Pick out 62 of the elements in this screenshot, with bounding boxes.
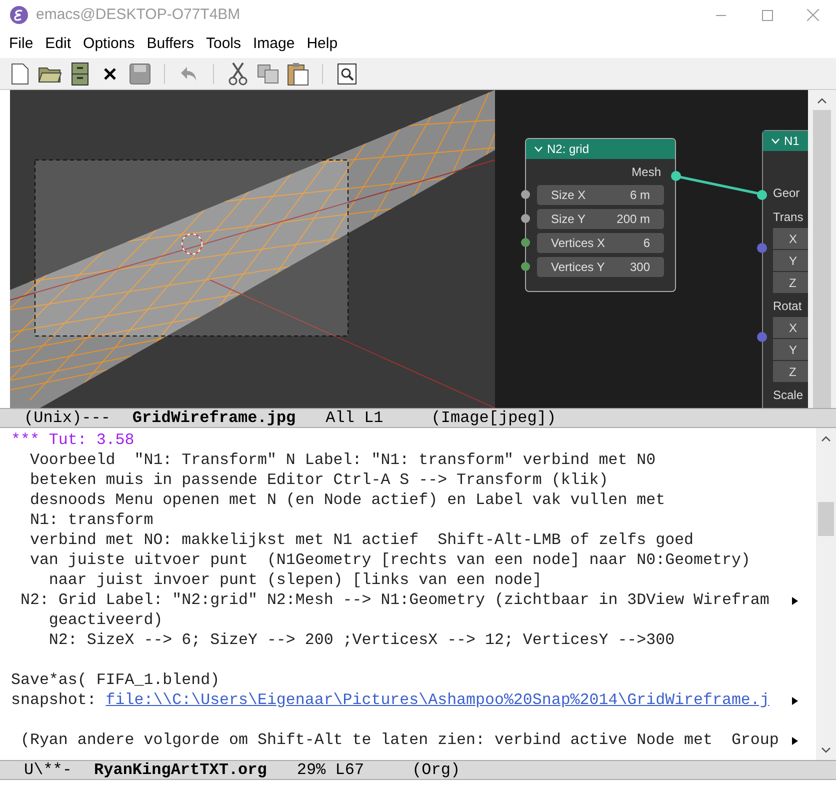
app-logo-icon (10, 6, 28, 24)
text-line: geactiveerd) (48, 611, 163, 629)
chevron-down-icon[interactable] (534, 146, 543, 152)
node-field[interactable]: Y (773, 339, 808, 360)
org-heading: *** Tut: 3.58 (11, 431, 134, 449)
text-line: N1: transform (28, 511, 154, 529)
scroll-thumb[interactable] (813, 110, 831, 408)
text-line: N2: Grid Label: "N2:grid" N2:Mesh --> N1:Geometry (zichtbaar in 3DView Wirefram (19, 591, 770, 609)
major-mode: (Org) (412, 760, 460, 781)
node-field[interactable]: Z (773, 272, 808, 293)
socket-label: Scale (773, 387, 804, 404)
text-line: N2: SizeX --> 6; SizeY --> 200 ;VerticesX --> 12; VerticesY -->300 (48, 631, 675, 649)
buffer-position: 29% L67 (296, 760, 364, 781)
socket-label: Rotat (773, 298, 803, 315)
node-field[interactable]: X (773, 317, 808, 338)
clipboard-icon[interactable] (286, 62, 310, 86)
menu-item[interactable]: Edit (40, 32, 76, 56)
search-icon[interactable] (335, 62, 359, 86)
socket-label: Geor (773, 185, 801, 202)
buffer-name: RyanKingArtTXT.org (94, 760, 267, 781)
node-header[interactable]: N1 (763, 131, 808, 151)
socket-label: Mesh (632, 164, 661, 181)
text-line: desnoods Menu openen met N (en Node actief) en Label vak vullen met (28, 491, 666, 509)
text-line: Voorbeeld "N1: Transform" N Label: "N1: transform" verbind met N0 (28, 451, 656, 469)
scrollbar[interactable] (808, 90, 836, 408)
buffer-position: All L1 (326, 408, 384, 429)
node-field[interactable]: Size Y 200 m (537, 209, 664, 229)
menu-item[interactable]: Image (248, 32, 300, 56)
menu-item[interactable]: Help (302, 32, 343, 56)
node-header[interactable]: N2: grid (526, 139, 675, 159)
text-line: van juiste uitvoer punt (N1Geometry [rechts van een node] naar N0:Geometry) (28, 551, 750, 569)
text-line: verbind met NO: makkelijkst met N1 actief Shift-Alt-LMB of zelfs goed (28, 531, 694, 549)
buffer-name: GridWireframe.jpg (132, 408, 296, 429)
text-line: Save*as( FIFA_1.blend) (11, 671, 220, 689)
major-mode: (Image[jpeg]) (431, 408, 556, 429)
file-link[interactable]: file:\\C:\Users\Eigenaar\Pictures\Ashampoo%20Snap%2014\GridWireframe.j (106, 691, 770, 709)
menu-item[interactable]: Buffers (142, 32, 199, 56)
node-field[interactable]: Y (773, 250, 808, 271)
scroll-thumb[interactable] (818, 502, 834, 536)
socket-label: Trans (773, 209, 804, 226)
menu-item[interactable]: File (4, 32, 38, 56)
menu-item[interactable]: Tools (200, 32, 246, 56)
node-field[interactable]: Z (773, 361, 808, 382)
mode-line-status: (Unix)--- (24, 408, 110, 429)
scrollbar[interactable] (816, 428, 836, 760)
copy-icon[interactable] (256, 62, 280, 86)
text-line: (Ryan andere volgorde om Shift-Alt te laten zien: verbind active Node met Group (19, 731, 779, 749)
text-line: snapshot: (11, 691, 98, 709)
mode-line-status: U\**- (24, 760, 72, 781)
node-field[interactable]: Vertices Y 300 (537, 257, 664, 277)
menu-item[interactable]: Options (78, 32, 140, 56)
node-field[interactable]: Size X 6 m (537, 185, 664, 205)
scroll-up-icon[interactable] (817, 96, 827, 104)
text-line: beteken muis in passende Editor Ctrl-A S --> Transform (klik) (28, 471, 608, 489)
scroll-up-icon[interactable] (821, 434, 831, 442)
scroll-down-icon[interactable] (821, 746, 831, 754)
node-field[interactable]: X (773, 228, 808, 249)
node-field[interactable]: Vertices X 6 (537, 233, 664, 253)
window-title: emacs@DESKTOP-O77T4BM (36, 4, 240, 25)
text-line: naar juist invoer punt (slepen) [links van een node] (48, 571, 542, 589)
chevron-down-icon[interactable] (771, 138, 780, 144)
scissors-icon[interactable] (226, 62, 250, 86)
